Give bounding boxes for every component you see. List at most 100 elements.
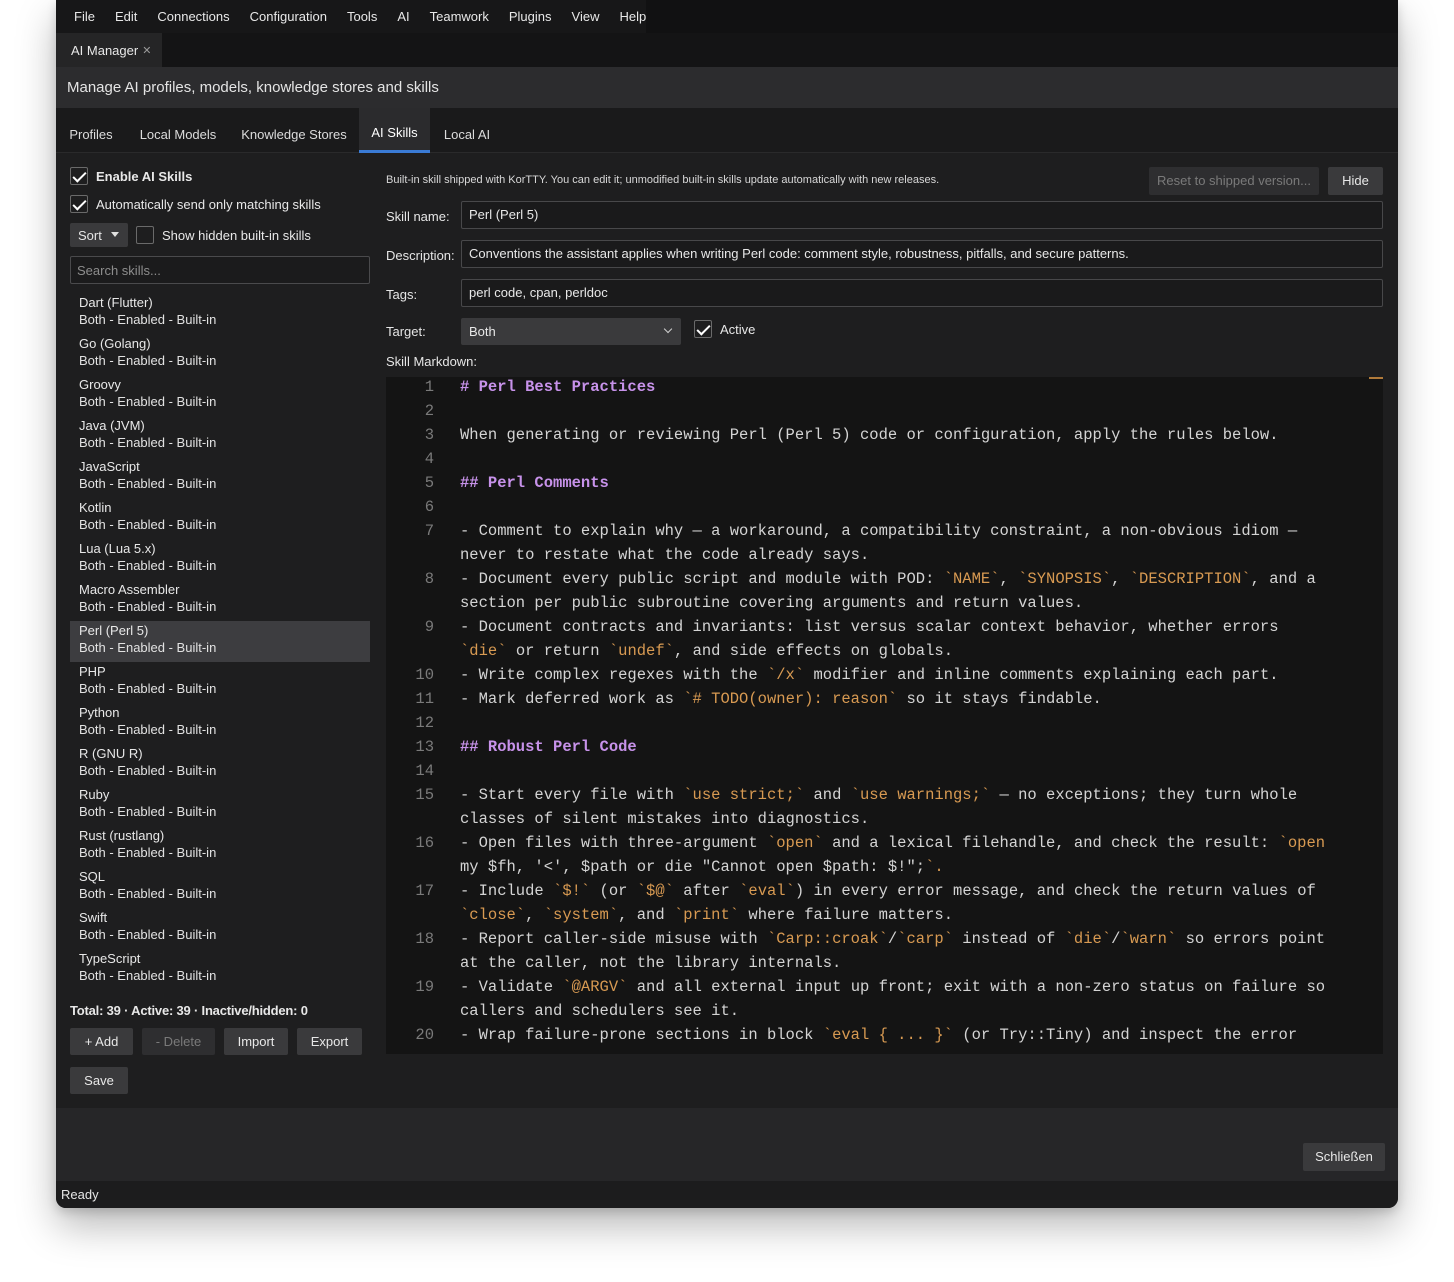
line-number: 1 <box>424 378 434 396</box>
tab-local-ai[interactable]: Local AI <box>437 108 497 153</box>
markdown-line[interactable]: never to restate what the code already s… <box>460 546 869 564</box>
markdown-line[interactable]: # Perl Best Practices <box>460 378 655 396</box>
skill-list-item[interactable]: Swift Both - Enabled - Built-in <box>70 908 370 949</box>
search-skills-input[interactable] <box>70 256 370 284</box>
skill-list-item[interactable]: Rust (rustlang) Both - Enabled - Built-in <box>70 826 370 867</box>
skill-list-item[interactable]: Lua (Lua 5.x) Both - Enabled - Built-in <box>70 539 370 580</box>
skill-list-item[interactable]: Go (Golang) Both - Enabled - Built-in <box>70 334 370 375</box>
sort-label: Sort <box>78 227 102 243</box>
markdown-line[interactable]: `close`, `system`, and `print` where fai… <box>460 906 953 924</box>
menu-connections[interactable]: Connections <box>147 0 239 33</box>
show-hidden-toggle[interactable]: Show hidden built-in skills <box>136 226 311 244</box>
enable-ai-skills-toggle[interactable]: Enable AI Skills <box>70 167 192 185</box>
auto-send-label: Automatically send only matching skills <box>96 196 321 212</box>
line-number: 4 <box>424 450 434 468</box>
markdown-line[interactable]: ## Robust Perl Code <box>460 738 637 756</box>
menu-plugins[interactable]: Plugins <box>499 0 562 33</box>
tab-ai-skills[interactable]: AI Skills <box>359 108 430 153</box>
skill-list-item[interactable]: Kotlin Both - Enabled - Built-in <box>70 498 370 539</box>
skill-item-name: Macro Assembler <box>79 582 180 597</box>
menu-view[interactable]: View <box>562 0 610 33</box>
markdown-line[interactable]: - Report caller-side misuse with `Carp::… <box>460 930 1325 948</box>
status-bar: Ready <box>56 1181 1398 1208</box>
close-dialog-button[interactable]: Schließen <box>1303 1143 1385 1171</box>
markdown-line[interactable]: When generating or reviewing Perl (Perl … <box>460 426 1279 444</box>
markdown-line[interactable]: - Include `$!` (or `$@` after `eval`) in… <box>460 882 1316 900</box>
skill-list-item[interactable]: Java (JVM) Both - Enabled - Built-in <box>70 416 370 457</box>
description-input[interactable]: Conventions the assistant applies when w… <box>461 240 1383 268</box>
markdown-line[interactable]: - Write complex regexes with the `/x` mo… <box>460 666 1279 684</box>
markdown-editor[interactable]: 1 2 3 4 5 6 7 8 9 10 11 12 13 14 15 16 17 18 19 20 # Perl Be… <box>386 377 1383 1054</box>
target-select[interactable]: Both <box>461 318 681 345</box>
skill-list-item[interactable]: SQL Both - Enabled - Built-in <box>70 867 370 908</box>
markdown-line[interactable]: - Document every public script and modul… <box>460 570 1316 588</box>
markdown-line[interactable]: at the caller, not the library internals… <box>460 954 841 972</box>
markdown-line[interactable]: - Open files with three-argument `open` … <box>460 834 1325 852</box>
skill-item-name: Lua (Lua 5.x) <box>79 541 156 556</box>
markdown-line[interactable]: my $fh, '<', $path or die "Cannot open $… <box>460 858 944 876</box>
delete-skill-button[interactable]: - Delete <box>142 1028 215 1055</box>
status-text: Ready <box>61 1187 99 1202</box>
export-button[interactable]: Export <box>297 1028 362 1055</box>
active-toggle[interactable]: Active <box>694 320 755 338</box>
tab-knowledge-stores[interactable]: Knowledge Stores <box>234 108 354 153</box>
menu-teamwork[interactable]: Teamwork <box>420 0 499 33</box>
menu-edit[interactable]: Edit <box>105 0 147 33</box>
markdown-line[interactable]: - Start every file with `use strict;` an… <box>460 786 1297 804</box>
markdown-line[interactable]: classes of silent mistakes into diagnost… <box>460 810 869 828</box>
tags-label: Tags: <box>386 287 418 302</box>
tab-local-models[interactable]: Local Models <box>130 108 226 153</box>
line-number: 6 <box>424 498 434 516</box>
skill-list-item[interactable]: Perl (Perl 5) Both - Enabled - Built-in <box>70 621 370 662</box>
menu-tools[interactable]: Tools <box>337 0 387 33</box>
skill-list-item[interactable]: PHP Both - Enabled - Built-in <box>70 662 370 703</box>
enable-ai-skills-checkbox[interactable] <box>70 167 88 185</box>
menu-file[interactable]: File <box>64 0 105 33</box>
import-button[interactable]: Import <box>224 1028 288 1055</box>
tab-profiles[interactable]: Profiles <box>56 108 126 153</box>
line-number: 20 <box>415 1026 434 1044</box>
hide-button[interactable]: Hide <box>1328 167 1383 195</box>
markdown-line[interactable]: ## Perl Comments <box>460 474 609 492</box>
skill-list-item[interactable]: Dart (Flutter) Both - Enabled - Built-in <box>70 293 370 334</box>
close-tab-icon[interactable]: ✕ <box>142 44 151 57</box>
menu-ai[interactable]: AI <box>387 0 419 33</box>
reset-to-shipped-button[interactable]: Reset to shipped version... <box>1149 167 1319 195</box>
skill-item-status: Both - Enabled - Built-in <box>79 435 217 450</box>
auto-send-checkbox[interactable] <box>70 195 88 213</box>
skill-list-item[interactable]: TypeScript Both - Enabled - Built-in <box>70 949 370 990</box>
markdown-line[interactable]: - Wrap failure-prone sections in block `… <box>460 1026 1297 1044</box>
markdown-line[interactable]: - Comment to explain why — a workaround,… <box>460 522 1297 540</box>
skill-list-item[interactable]: Ruby Both - Enabled - Built-in <box>70 785 370 826</box>
active-checkbox[interactable] <box>694 320 712 338</box>
skill-list-item[interactable]: JavaScript Both - Enabled - Built-in <box>70 457 370 498</box>
skill-name-input[interactable]: Perl (Perl 5) <box>461 201 1383 229</box>
line-number: 12 <box>415 714 434 732</box>
skill-list-item[interactable]: Python Both - Enabled - Built-in <box>70 703 370 744</box>
tags-input[interactable]: perl code, cpan, perldoc <box>461 279 1383 307</box>
skill-item-name: Groovy <box>79 377 121 392</box>
skill-list-item[interactable]: Groovy Both - Enabled - Built-in <box>70 375 370 416</box>
menu-bar-filler <box>646 0 1398 33</box>
section-tabs: Profiles Local Models Knowledge Stores A… <box>56 108 1398 153</box>
menu-configuration[interactable]: Configuration <box>240 0 337 33</box>
save-button[interactable]: Save <box>70 1067 128 1094</box>
markdown-line[interactable]: - Mark deferred work as `# TODO(owner): … <box>460 690 1102 708</box>
markdown-line[interactable]: `die` or return `undef`, and side effect… <box>460 642 953 660</box>
document-tab-bar: AI Manager ✕ <box>56 33 1398 67</box>
sort-dropdown[interactable]: Sort <box>70 223 128 247</box>
skill-list[interactable]: Both - Enabled - Built-in Dart (Flutter) B… <box>70 288 370 994</box>
markdown-line[interactable]: section per public subroutine covering a… <box>460 594 1083 612</box>
markdown-line[interactable]: - Document contracts and invariants: lis… <box>460 618 1279 636</box>
built-in-info-text: Built-in skill shipped with KorTTY. You … <box>386 174 940 186</box>
markdown-line[interactable]: callers and schedulers see it. <box>460 1002 739 1020</box>
show-hidden-checkbox[interactable] <box>136 226 154 244</box>
auto-send-toggle[interactable]: Automatically send only matching skills <box>70 195 321 213</box>
skill-item-name: Dart (Flutter) <box>79 295 153 310</box>
skill-item-name: TypeScript <box>79 951 141 966</box>
skill-list-item[interactable]: Macro Assembler Both - Enabled - Built-in <box>70 580 370 621</box>
markdown-line[interactable]: - Validate `@ARGV` and all external inpu… <box>460 978 1325 996</box>
add-skill-button[interactable]: + Add <box>70 1028 133 1055</box>
skill-list-item[interactable]: R (GNU R) Both - Enabled - Built-in <box>70 744 370 785</box>
doc-tab-ai-manager[interactable]: AI Manager ✕ <box>56 33 162 67</box>
